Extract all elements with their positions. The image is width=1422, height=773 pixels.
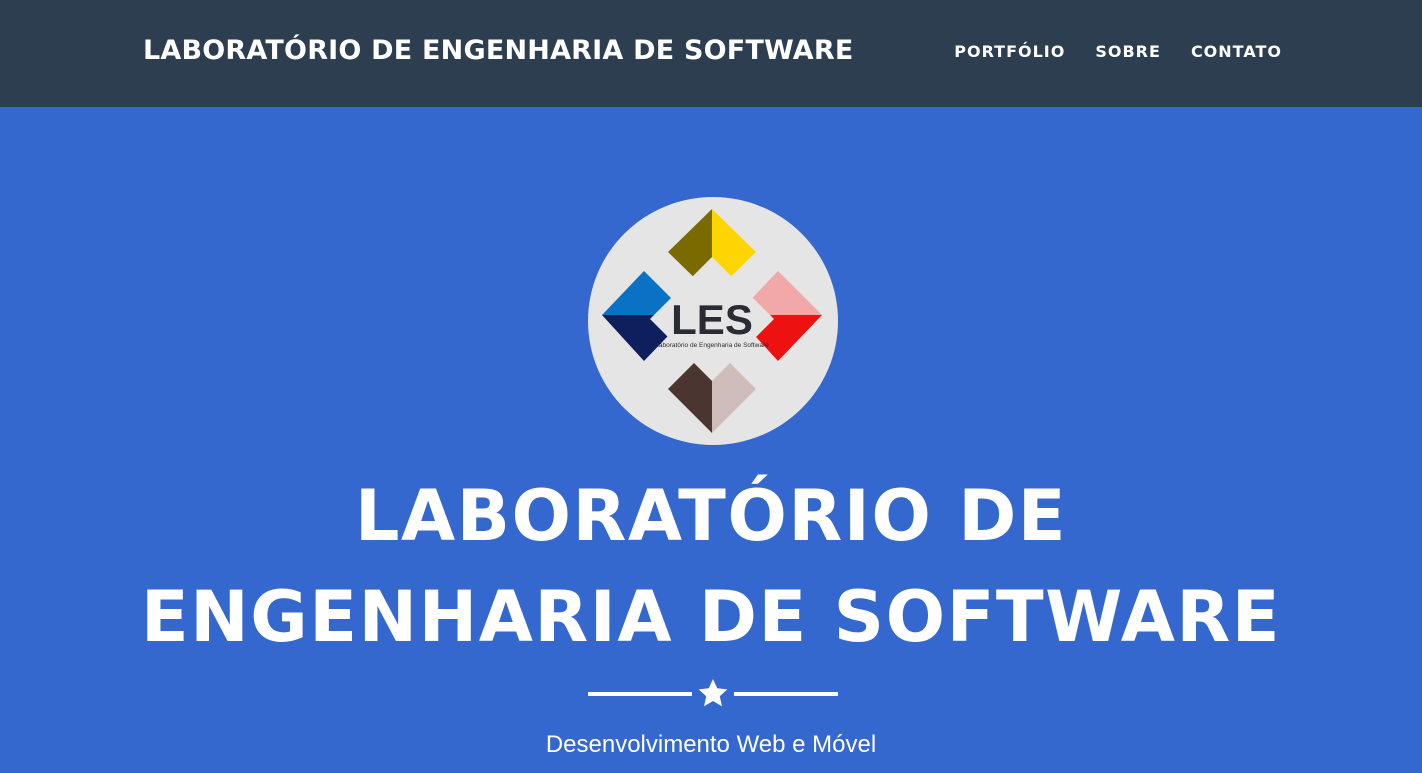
hero-subtitle: Desenvolvimento Web e Móvel <box>545 731 877 758</box>
les-logo: LES Laboratório de Engenharia de Softwar… <box>588 197 838 445</box>
divider-line-right <box>734 692 838 696</box>
nav-link-portfolio[interactable]: PORTFÓLIO <box>954 38 1065 66</box>
masthead: LES Laboratório de Engenharia de Softwar… <box>0 107 1422 773</box>
hero-title-line1: LABORATÓRIO DE <box>354 475 1068 557</box>
brand-link[interactable]: LABORATÓRIO DE ENGENHARIA DE SOFTWARE <box>143 31 854 71</box>
navbar: LABORATÓRIO DE ENGENHARIA DE SOFTWARE PO… <box>0 0 1422 107</box>
star-icon <box>698 679 728 707</box>
nav-link-sobre[interactable]: SOBRE <box>1095 38 1161 66</box>
divider-line-left <box>588 692 692 696</box>
nav-links: PORTFÓLIO SOBRE CONTATO <box>924 38 1282 66</box>
hero-title-line2: ENGENHARIA DE SOFTWARE <box>140 576 1282 658</box>
logo-text: LES <box>671 296 753 343</box>
logo-caption: Laboratório de Engenharia de Software <box>655 342 769 349</box>
nav-link-contato[interactable]: CONTATO <box>1191 38 1282 66</box>
star-divider <box>588 677 838 711</box>
